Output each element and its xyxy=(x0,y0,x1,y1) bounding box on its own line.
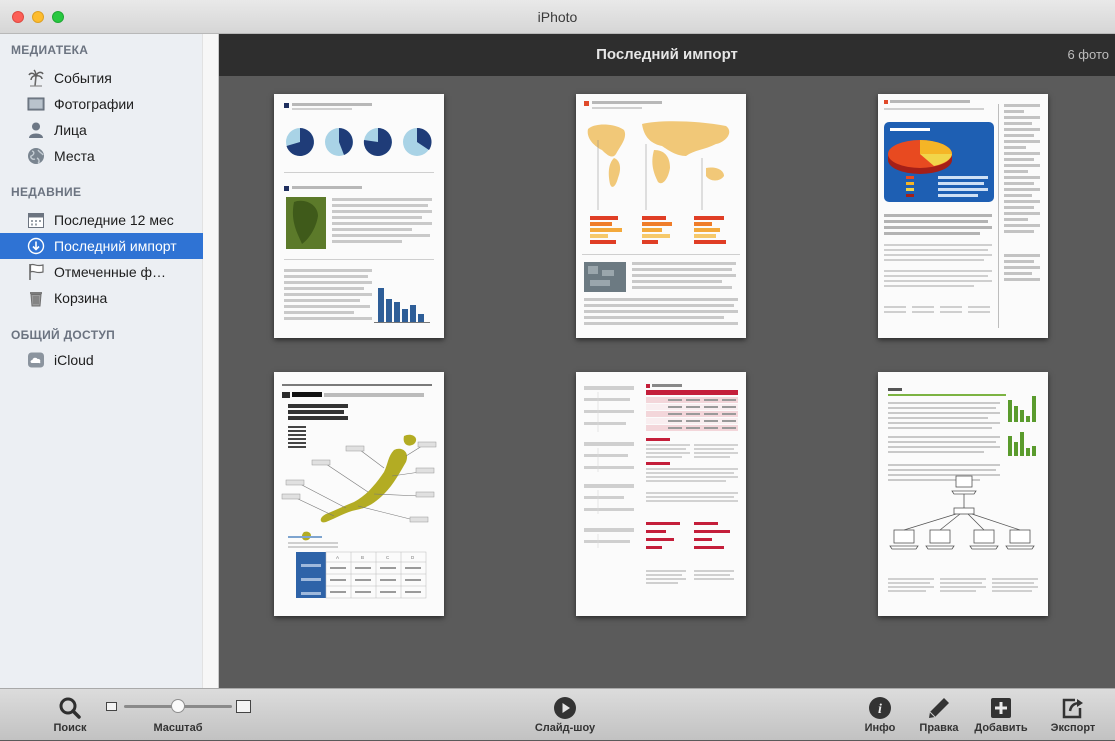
bottom-toolbar: Поиск Масштаб Слайд-шоу i Инфо Правка До… xyxy=(0,688,1115,740)
sidebar-item-trash[interactable]: Корзина xyxy=(0,285,203,311)
import-icon xyxy=(27,237,45,255)
section-library: МЕДИАТЕКА xyxy=(11,43,89,57)
zoom-slider[interactable] xyxy=(104,697,254,717)
edit-label: Правка xyxy=(919,722,959,734)
photo-count: 6 фото xyxy=(1067,47,1109,62)
play-icon xyxy=(553,696,577,725)
svg-text:B: B xyxy=(361,555,364,560)
sidebar-item-label: Фотографии xyxy=(54,96,135,112)
sidebar-item-label: iCloud xyxy=(54,352,94,368)
photo-grid: A B C D xyxy=(219,76,1115,688)
photo-thumbnail-pie-charts[interactable] xyxy=(274,94,444,338)
japan-map-document-preview: A B C D xyxy=(281,384,437,599)
zoom-thumb[interactable] xyxy=(171,699,185,713)
window-title: iPhoto xyxy=(537,9,578,25)
photo-thumbnail-world-map[interactable] xyxy=(576,94,746,338)
table-document-preview xyxy=(584,384,738,584)
sidebar: МЕДИАТЕКА События Фотографии Лица Места … xyxy=(0,34,219,688)
photo-thumbnail-table-report[interactable] xyxy=(576,372,746,616)
zoom-out-icon xyxy=(106,702,117,711)
content-header: Последний импорт 6 фото xyxy=(219,34,1115,76)
person-icon xyxy=(27,121,45,139)
share-icon xyxy=(1061,696,1085,725)
sidebar-item-faces[interactable]: Лица xyxy=(0,117,203,143)
zoom-in-icon xyxy=(236,700,251,713)
export-label: Экспорт xyxy=(1050,722,1096,734)
palm-tree-icon xyxy=(27,69,45,87)
sidebar-item-label: Места xyxy=(54,148,95,164)
sidebar-item-label: Последний импорт xyxy=(54,238,177,254)
section-recent: НЕДАВНИЕ xyxy=(11,185,82,199)
info-button[interactable]: i Инфо xyxy=(860,689,900,741)
pie-charts-document-preview xyxy=(284,103,434,323)
svg-text:C: C xyxy=(386,555,390,560)
svg-text:D: D xyxy=(411,555,415,560)
search-icon xyxy=(58,696,82,725)
world-map-document-preview xyxy=(582,101,740,325)
sidebar-item-icloud[interactable]: iCloud xyxy=(0,347,203,373)
calendar-icon xyxy=(27,211,45,229)
sidebar-item-label: Последние 12 мес xyxy=(54,212,174,228)
svg-text:i: i xyxy=(878,702,882,717)
sidebar-item-last-12-months[interactable]: Последние 12 мес xyxy=(0,207,203,233)
photo-thumbnail-network-diagram[interactable] xyxy=(878,372,1048,616)
zoom-label: Масштаб xyxy=(153,722,203,734)
photos-icon xyxy=(27,95,45,113)
sidebar-item-label: Отмеченные ф… xyxy=(54,264,167,280)
photo-thumbnail-japan-map[interactable]: A B C D xyxy=(274,372,444,616)
network-diagram-document-preview xyxy=(888,388,1038,592)
sidebar-item-events[interactable]: События xyxy=(0,65,203,91)
add-label: Добавить xyxy=(974,722,1028,734)
info-label: Инфо xyxy=(864,722,896,734)
sidebar-item-places[interactable]: Места xyxy=(0,143,203,169)
export-button[interactable]: Экспорт xyxy=(1038,689,1108,741)
sidebar-item-flagged[interactable]: Отмеченные ф… xyxy=(0,259,203,285)
search-button[interactable]: Поиск xyxy=(40,689,100,741)
edit-button[interactable]: Правка xyxy=(912,689,966,741)
3d-pie-document-preview xyxy=(884,100,1040,328)
sidebar-item-label: События xyxy=(54,70,112,86)
sidebar-scrollbar[interactable] xyxy=(202,34,218,688)
flag-icon xyxy=(27,263,45,281)
slideshow-button[interactable]: Слайд-шоу xyxy=(520,689,610,741)
trash-icon xyxy=(27,289,45,307)
sidebar-item-photos[interactable]: Фотографии xyxy=(0,91,203,117)
info-icon: i xyxy=(868,696,892,725)
cloud-icon xyxy=(27,351,45,369)
section-sharing: ОБЩИЙ ДОСТУП xyxy=(11,328,116,342)
page-title: Последний импорт xyxy=(596,46,738,63)
search-label: Поиск xyxy=(53,722,87,734)
pencil-icon xyxy=(927,696,951,725)
svg-text:A: A xyxy=(336,555,339,560)
add-button[interactable]: Добавить xyxy=(968,689,1034,741)
sidebar-item-last-import[interactable]: Последний импорт xyxy=(0,233,203,259)
globe-icon xyxy=(27,147,45,165)
photo-thumbnail-3d-pie[interactable] xyxy=(878,94,1048,338)
title-bar: iPhoto xyxy=(0,0,1115,34)
sidebar-item-label: Корзина xyxy=(54,290,108,306)
slideshow-label: Слайд-шоу xyxy=(534,722,596,734)
sidebar-item-label: Лица xyxy=(54,122,87,138)
plus-box-icon xyxy=(989,696,1013,725)
